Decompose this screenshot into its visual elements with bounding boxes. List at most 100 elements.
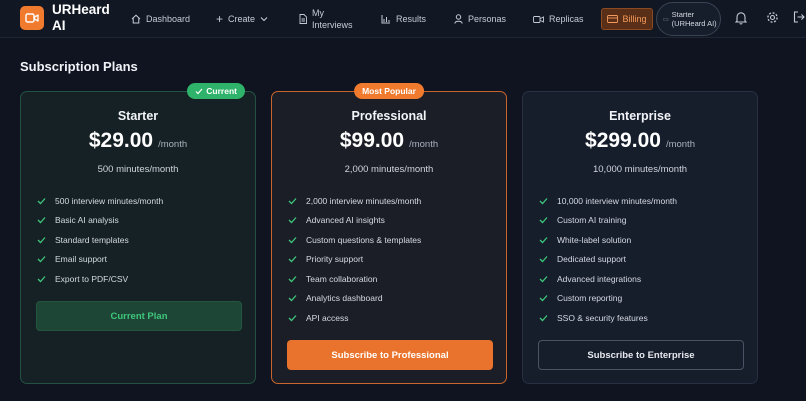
document-icon <box>299 14 307 24</box>
bell-icon[interactable] <box>735 11 747 25</box>
check-icon <box>288 295 297 302</box>
plus-icon: + <box>216 12 224 26</box>
check-icon <box>539 256 548 263</box>
video-camera-icon <box>25 13 39 23</box>
feature-text: White-label solution <box>557 234 632 245</box>
check-icon <box>288 275 297 283</box>
most-popular-badge: Most Popular <box>354 83 424 99</box>
plan-minutes: 500 minutes/month <box>97 164 179 175</box>
logout-icon[interactable] <box>793 11 805 23</box>
plan-card-starter: Current Starter $29.00 /month 500 minute… <box>20 83 256 384</box>
feature-item: Custom reporting <box>539 289 677 309</box>
nav-dashboard-label: Dashboard <box>146 14 191 24</box>
nav-billing-label: Billing <box>622 14 647 24</box>
feature-text: Advanced integrations <box>557 273 642 284</box>
feature-text: Custom reporting <box>557 293 623 304</box>
check-icon <box>288 217 297 224</box>
check-icon <box>288 314 297 322</box>
plan-card-enterprise: Enterprise $299.00 /month 10,000 minutes… <box>522 91 758 384</box>
nav-results[interactable]: Results <box>381 0 426 38</box>
feature-item: Advanced AI insights <box>288 211 421 231</box>
feature-item: White-label solution <box>539 230 677 250</box>
plan-period: /month <box>158 139 188 150</box>
nav-replicas[interactable]: Replicas <box>533 0 584 38</box>
price-row: $99.00 /month <box>272 129 506 153</box>
nav-my-interviews[interactable]: My Interviews <box>299 0 358 38</box>
app-name[interactable]: URHeard AI <box>52 2 112 34</box>
check-icon <box>288 256 297 263</box>
feature-text: Email support <box>55 254 107 265</box>
feature-item: SSO & security features <box>539 308 677 328</box>
feature-text: Dedicated support <box>557 254 626 265</box>
nav-my-interviews-label: My Interviews <box>312 8 353 30</box>
check-icon <box>539 295 548 302</box>
plan-name: Enterprise <box>609 109 671 123</box>
chevron-down-icon <box>260 17 268 22</box>
check-icon <box>539 236 548 244</box>
feature-item: Team collaboration <box>288 269 421 289</box>
feature-item: Basic AI analysis <box>37 211 163 231</box>
feature-text: API access <box>306 312 349 323</box>
video-icon <box>533 15 544 23</box>
check-icon <box>37 236 46 244</box>
credit-card-icon <box>607 15 619 23</box>
feature-item: Priority support <box>288 250 421 270</box>
check-icon <box>195 88 203 94</box>
feature-text: 500 interview minutes/month <box>55 195 164 206</box>
feature-text: 2,000 interview minutes/month <box>306 195 422 206</box>
bar-chart-icon <box>381 15 390 24</box>
nav-dashboard[interactable]: Dashboard <box>131 0 190 38</box>
plan-price: $29.00 <box>88 129 154 152</box>
plan-price: $299.00 <box>585 129 661 152</box>
nav-billing[interactable]: Billing <box>601 8 653 30</box>
gear-icon[interactable] <box>766 11 779 24</box>
feature-item: 2,000 interview minutes/month <box>288 191 421 211</box>
check-icon <box>37 197 46 205</box>
check-icon <box>37 256 46 263</box>
check-icon <box>539 197 548 205</box>
feature-item: Export to PDF/CSV <box>37 269 163 289</box>
plan-minutes: 10,000 minutes/month <box>592 164 687 175</box>
feature-item: Standard templates <box>37 230 163 250</box>
feature-item: 10,000 interview minutes/month <box>539 191 677 211</box>
feature-list: 10,000 interview minutes/month Custom AI … <box>539 191 677 328</box>
feature-item: Custom AI training <box>539 211 677 231</box>
current-badge-label: Current <box>206 86 237 96</box>
feature-item: Analytics dashboard <box>288 289 421 309</box>
plan-name: Professional <box>351 109 427 123</box>
page-title: Subscription Plans <box>20 59 138 74</box>
home-icon <box>131 14 141 24</box>
feature-text: Priority support <box>306 254 364 265</box>
check-icon <box>37 275 46 283</box>
feature-text: 10,000 interview minutes/month <box>557 195 678 206</box>
user-icon <box>454 14 463 24</box>
subscribe-professional-button[interactable]: Subscribe to Professional <box>287 340 493 370</box>
plan-indicator-icon: ▭ <box>663 16 669 23</box>
check-icon <box>539 275 548 283</box>
price-row: $299.00 /month <box>523 129 757 153</box>
current-plan-button[interactable]: Current Plan <box>36 301 242 331</box>
current-badge: Current <box>187 83 245 99</box>
plan-period: /month <box>665 139 695 150</box>
feature-text: Custom AI training <box>557 215 627 226</box>
subscribe-enterprise-button[interactable]: Subscribe to Enterprise <box>538 340 744 370</box>
plan-period: /month <box>409 139 439 150</box>
feature-list: 500 interview minutes/month Basic AI anal… <box>37 191 163 289</box>
feature-item: 500 interview minutes/month <box>37 191 163 211</box>
feature-item: API access <box>288 308 421 328</box>
feature-text: Analytics dashboard <box>306 293 383 304</box>
feature-text: Basic AI analysis <box>55 215 119 226</box>
feature-item: Email support <box>37 250 163 270</box>
nav-personas[interactable]: Personas <box>454 0 506 38</box>
feature-list: 2,000 interview minutes/month Advanced AI… <box>288 191 421 328</box>
nav-create-label: Create <box>228 14 256 24</box>
app-logo[interactable] <box>20 6 44 30</box>
nav-personas-label: Personas <box>468 14 507 24</box>
user-account-pill[interactable]: ▭ Starter (URHeard AI) <box>656 2 721 36</box>
top-navbar: URHeard AI Dashboard + Create My Intervi… <box>0 0 806 38</box>
feature-item: Dedicated support <box>539 250 677 270</box>
plan-minutes: 2,000 minutes/month <box>344 164 434 175</box>
feature-text: Team collaboration <box>306 273 378 284</box>
plan-price: $99.00 <box>339 129 405 152</box>
nav-create[interactable]: + Create <box>216 0 268 38</box>
